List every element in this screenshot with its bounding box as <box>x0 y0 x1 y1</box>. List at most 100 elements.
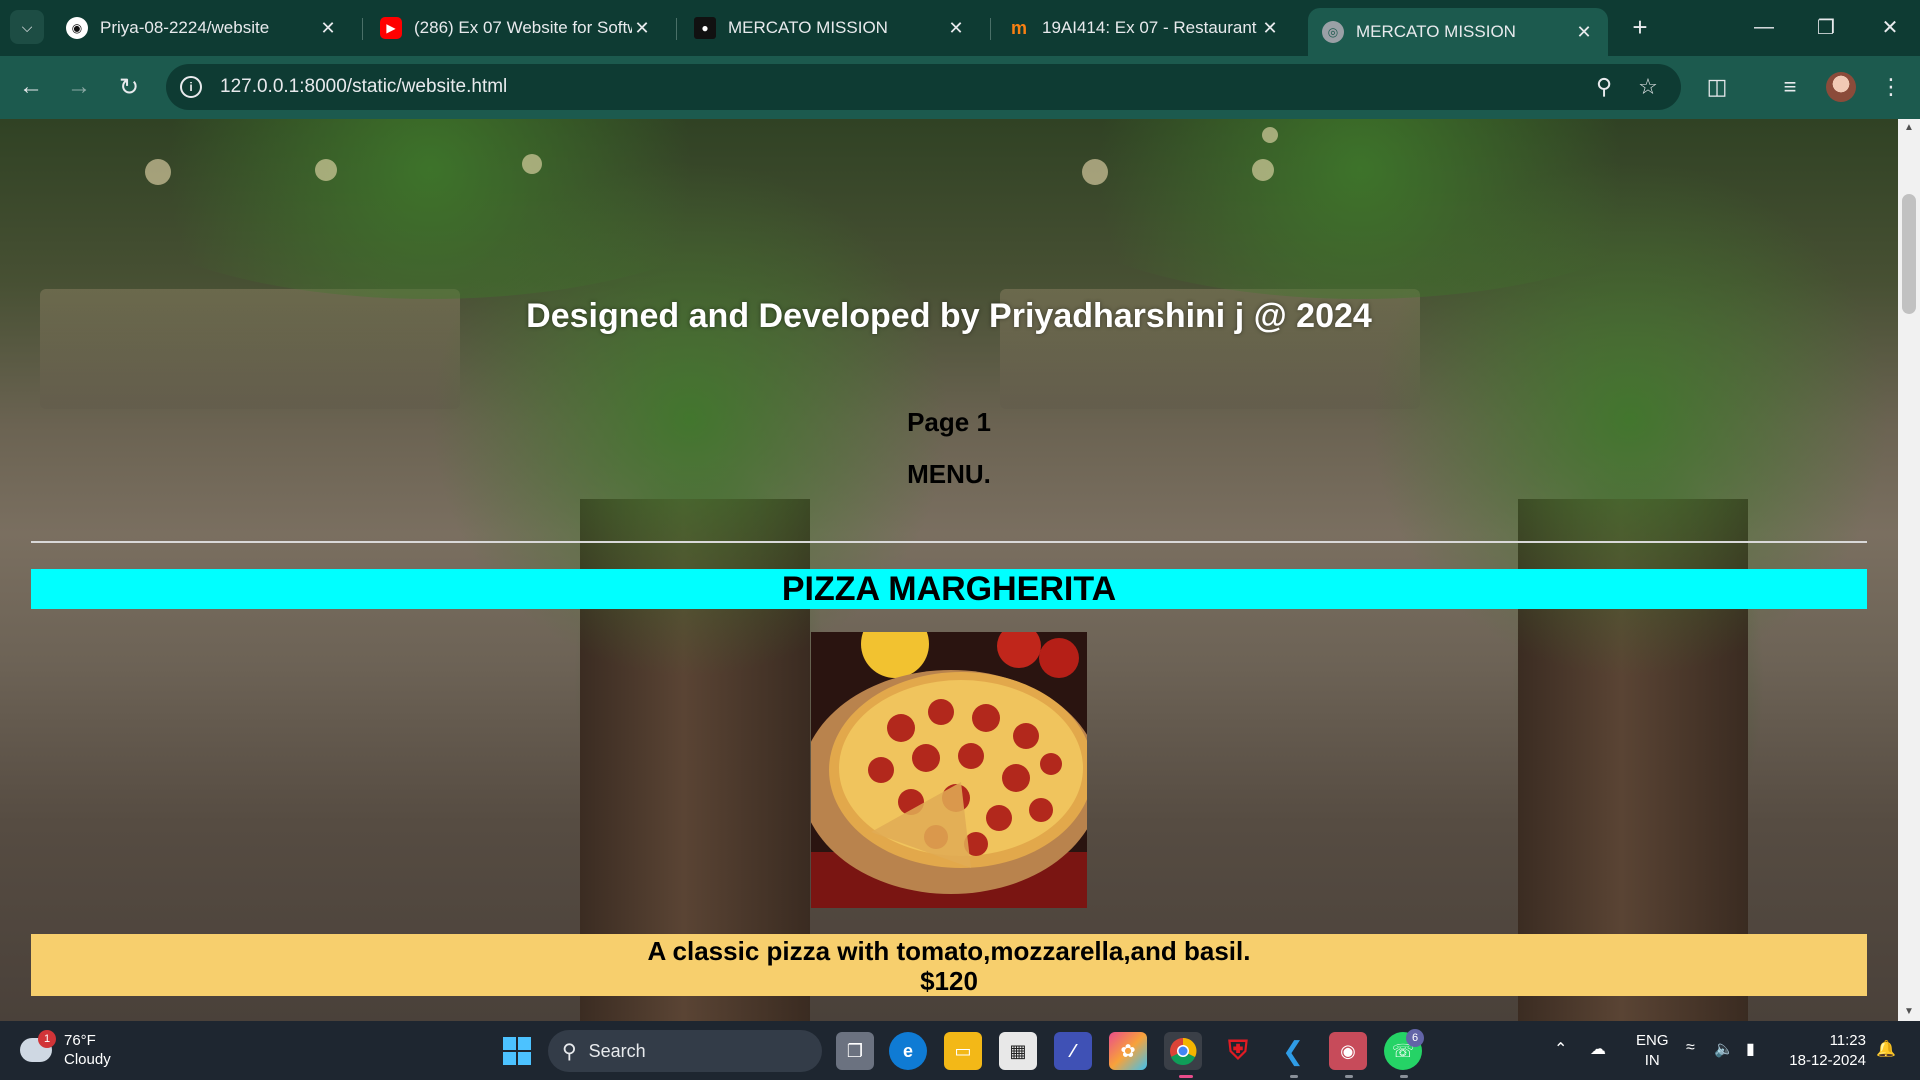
weather-desc: Cloudy <box>64 1051 111 1068</box>
weather-widget[interactable]: 1 76°F Cloudy <box>20 1030 111 1069</box>
arrow-right-icon: → <box>67 73 91 100</box>
close-icon[interactable]: ✕ <box>1260 18 1280 39</box>
tab-search-button[interactable]: ⌵ <box>10 10 44 44</box>
menu-button[interactable]: ⋮ <box>1874 70 1908 104</box>
browser-toolbar: ← → ↻ i 127.0.0.1:8000/static/website.ht… <box>0 56 1920 119</box>
extensions-button[interactable]: ◫ <box>1700 70 1734 104</box>
restore-button[interactable]: ❐ <box>1806 10 1846 44</box>
copilot-button[interactable]: ✿ <box>1109 1032 1147 1070</box>
store-button[interactable]: ▦ <box>999 1032 1037 1070</box>
arrow-left-icon: ← <box>19 73 43 100</box>
close-icon[interactable]: ✕ <box>318 18 338 39</box>
file-explorer-button[interactable]: ▭ <box>944 1032 982 1070</box>
start-button[interactable] <box>498 1032 536 1070</box>
windows-taskbar: 1 76°F Cloudy ⚲ Search ❐ e ▭ ▦ ⁄ ✿ ⛨ ❮ ◉… <box>0 1021 1920 1080</box>
site-info-icon[interactable]: i <box>180 76 202 98</box>
tray-overflow-button[interactable]: ⌃ <box>1554 1039 1567 1059</box>
item-description-box: A classic pizza with tomato,mozzarella,a… <box>31 934 1867 996</box>
notification-badge: 1 <box>38 1030 56 1048</box>
bell-icon: 🔔 <box>1876 1041 1896 1058</box>
tab-youtube[interactable]: ▶ (286) Ex 07 Website for Softw ✕ <box>366 8 666 48</box>
speaker-icon: 🔈 <box>1714 1041 1734 1058</box>
divider <box>31 541 1867 543</box>
notifications-button[interactable]: 🔔 <box>1876 1039 1896 1059</box>
minimize-button[interactable]: — <box>1744 10 1784 44</box>
edge-icon: e <box>902 1040 913 1061</box>
cloud-icon: 1 <box>20 1030 56 1062</box>
tab-moodle[interactable]: m 19AI414: Ex 07 - Restaurant W ✕ <box>994 8 1294 48</box>
scroll-up-arrow[interactable]: ▲ <box>1898 119 1920 137</box>
moodle-icon: m <box>1010 17 1027 38</box>
zoom-button[interactable]: ⚲ <box>1587 70 1621 104</box>
clock-time: 11:23 <box>1829 1032 1866 1049</box>
address-bar[interactable]: i 127.0.0.1:8000/static/website.html <box>166 64 1681 110</box>
taskbar-search[interactable]: ⚲ Search <box>548 1030 822 1072</box>
volume-button[interactable]: 🔈 <box>1714 1039 1734 1059</box>
url-text[interactable]: 127.0.0.1:8000/static/website.html <box>220 76 507 98</box>
close-icon: ✕ <box>1881 16 1899 39</box>
kebab-menu-icon: ⋮ <box>1880 74 1902 99</box>
bookmark-button[interactable]: ☆ <box>1631 70 1665 104</box>
tab-title: 19AI414: Ex 07 - Restaurant W <box>1042 18 1260 37</box>
forward-button[interactable]: → <box>62 70 96 104</box>
clock[interactable]: 11:23 18-12-2024 <box>1786 1031 1866 1071</box>
task-view-button[interactable]: ❐ <box>836 1032 874 1070</box>
shield-icon: ⛨ <box>1228 1035 1248 1065</box>
new-tab-button[interactable]: + <box>1625 12 1655 42</box>
running-indicator <box>1290 1075 1298 1078</box>
media-button[interactable]: ≡ <box>1773 70 1807 104</box>
chevron-up-icon: ⌃ <box>1554 1041 1568 1058</box>
copilot-icon: ✿ <box>1120 1040 1136 1061</box>
tab-github[interactable]: ◉ Priya-08-2224/website ✕ <box>52 8 352 48</box>
battery-icon: ▮ <box>1746 1041 1755 1058</box>
language-indicator[interactable]: ENG IN <box>1636 1031 1669 1071</box>
app-button[interactable]: ⁄ <box>1054 1032 1092 1070</box>
globe-icon: ◎ <box>1322 21 1344 43</box>
close-window-button[interactable]: ✕ <box>1870 10 1910 44</box>
menu-label: MENU. <box>907 459 991 489</box>
onedrive-button[interactable]: ☁ <box>1590 1039 1606 1059</box>
chrome-icon <box>1170 1037 1197 1065</box>
scroll-thumb[interactable] <box>1902 194 1916 314</box>
app-icon: ⁄ <box>1071 1040 1075 1061</box>
scroll-down-arrow[interactable]: ▼ <box>1898 1003 1920 1021</box>
star-icon: ☆ <box>1638 74 1658 99</box>
profile-avatar[interactable] <box>1826 72 1856 102</box>
wifi-icon: ≈ <box>1686 1039 1695 1056</box>
screen-recorder-button[interactable]: ◉ <box>1329 1032 1367 1070</box>
reload-icon: ↻ <box>118 73 140 101</box>
tab-mercato-active[interactable]: ◎ MERCATO MISSION ✕ <box>1308 8 1608 56</box>
store-icon: ▦ <box>1009 1040 1027 1061</box>
tab-separator <box>362 18 363 40</box>
whatsapp-badge: 6 <box>1406 1029 1424 1047</box>
close-icon[interactable]: ✕ <box>632 18 652 39</box>
tab-mercato-1[interactable]: ● MERCATO MISSION ✕ <box>680 8 980 48</box>
tab-separator <box>676 18 677 40</box>
mcafee-button[interactable]: ⛨ <box>1219 1032 1257 1070</box>
running-indicator <box>1345 1075 1353 1078</box>
minimize-icon: — <box>1754 15 1774 38</box>
task-view-icon: ❐ <box>846 1040 864 1061</box>
folder-icon: ▭ <box>954 1040 972 1061</box>
tab-title: MERCATO MISSION <box>728 18 888 37</box>
page-content: Designed and Developed by Priyadharshini… <box>0 119 1898 1021</box>
battery-button[interactable]: ▮ <box>1746 1039 1755 1059</box>
edge-button[interactable]: e <box>889 1032 927 1070</box>
page-label: Page 1 <box>907 407 991 437</box>
tab-title: Priya-08-2224/website <box>100 18 270 37</box>
back-button[interactable]: ← <box>14 70 48 104</box>
reload-button[interactable]: ↻ <box>112 70 146 104</box>
close-icon[interactable]: ✕ <box>1574 22 1594 43</box>
chrome-button[interactable] <box>1164 1032 1202 1070</box>
active-indicator <box>1179 1075 1193 1078</box>
tab-strip: ⌵ ◉ Priya-08-2224/website ✕ ▶ (286) Ex 0… <box>0 0 1920 56</box>
restore-icon: ❐ <box>1817 16 1835 39</box>
page-scrollbar[interactable]: ▲ ▼ <box>1898 119 1920 1021</box>
close-icon[interactable]: ✕ <box>946 18 966 39</box>
youtube-icon: ▶ <box>380 17 402 39</box>
vscode-button[interactable]: ❮ <box>1274 1032 1312 1070</box>
tab-separator <box>990 18 991 40</box>
record-icon: ◉ <box>1340 1040 1356 1061</box>
credit-text: Designed and Developed by Priyadharshini… <box>526 297 1372 335</box>
wifi-button[interactable]: ≈ <box>1686 1039 1695 1057</box>
